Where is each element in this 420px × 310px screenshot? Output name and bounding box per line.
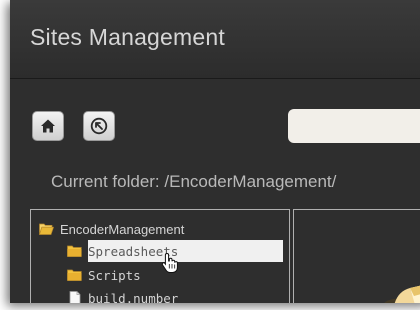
- folder-icon: [67, 245, 82, 257]
- file-icon: [69, 291, 81, 303]
- tree-item-label: EncoderManagement: [60, 221, 185, 237]
- hand-cursor-icon: [161, 252, 178, 273]
- search-input[interactable]: [288, 109, 420, 143]
- home-button[interactable]: [32, 111, 64, 141]
- folder-tree: EncoderManagement Spreadsheets Scripts b…: [30, 209, 290, 303]
- preview-panel: [293, 209, 420, 303]
- tree-item-encodermanagement[interactable]: EncoderManagement: [39, 219, 184, 239]
- folder-open-icon: [39, 223, 54, 235]
- current-folder-path: Current folder: /EncoderManagement/: [51, 172, 337, 191]
- tree-item-scripts[interactable]: Scripts: [67, 265, 141, 285]
- folder-icon: [67, 269, 82, 281]
- tree-item-label: Scripts: [88, 267, 141, 283]
- title-bar: Sites Management: [10, 0, 420, 79]
- back-button[interactable]: [83, 111, 115, 141]
- back-arrow-icon: [90, 117, 108, 135]
- spreadsheet-icon: [384, 285, 420, 303]
- home-icon: [41, 119, 55, 133]
- sites-management-window: Sites Management Current folder: /Encode…: [10, 0, 420, 303]
- page-title: Sites Management: [30, 24, 225, 50]
- tree-item-build-number[interactable]: build.number: [67, 288, 178, 303]
- tree-item-label: build.number: [88, 290, 179, 304]
